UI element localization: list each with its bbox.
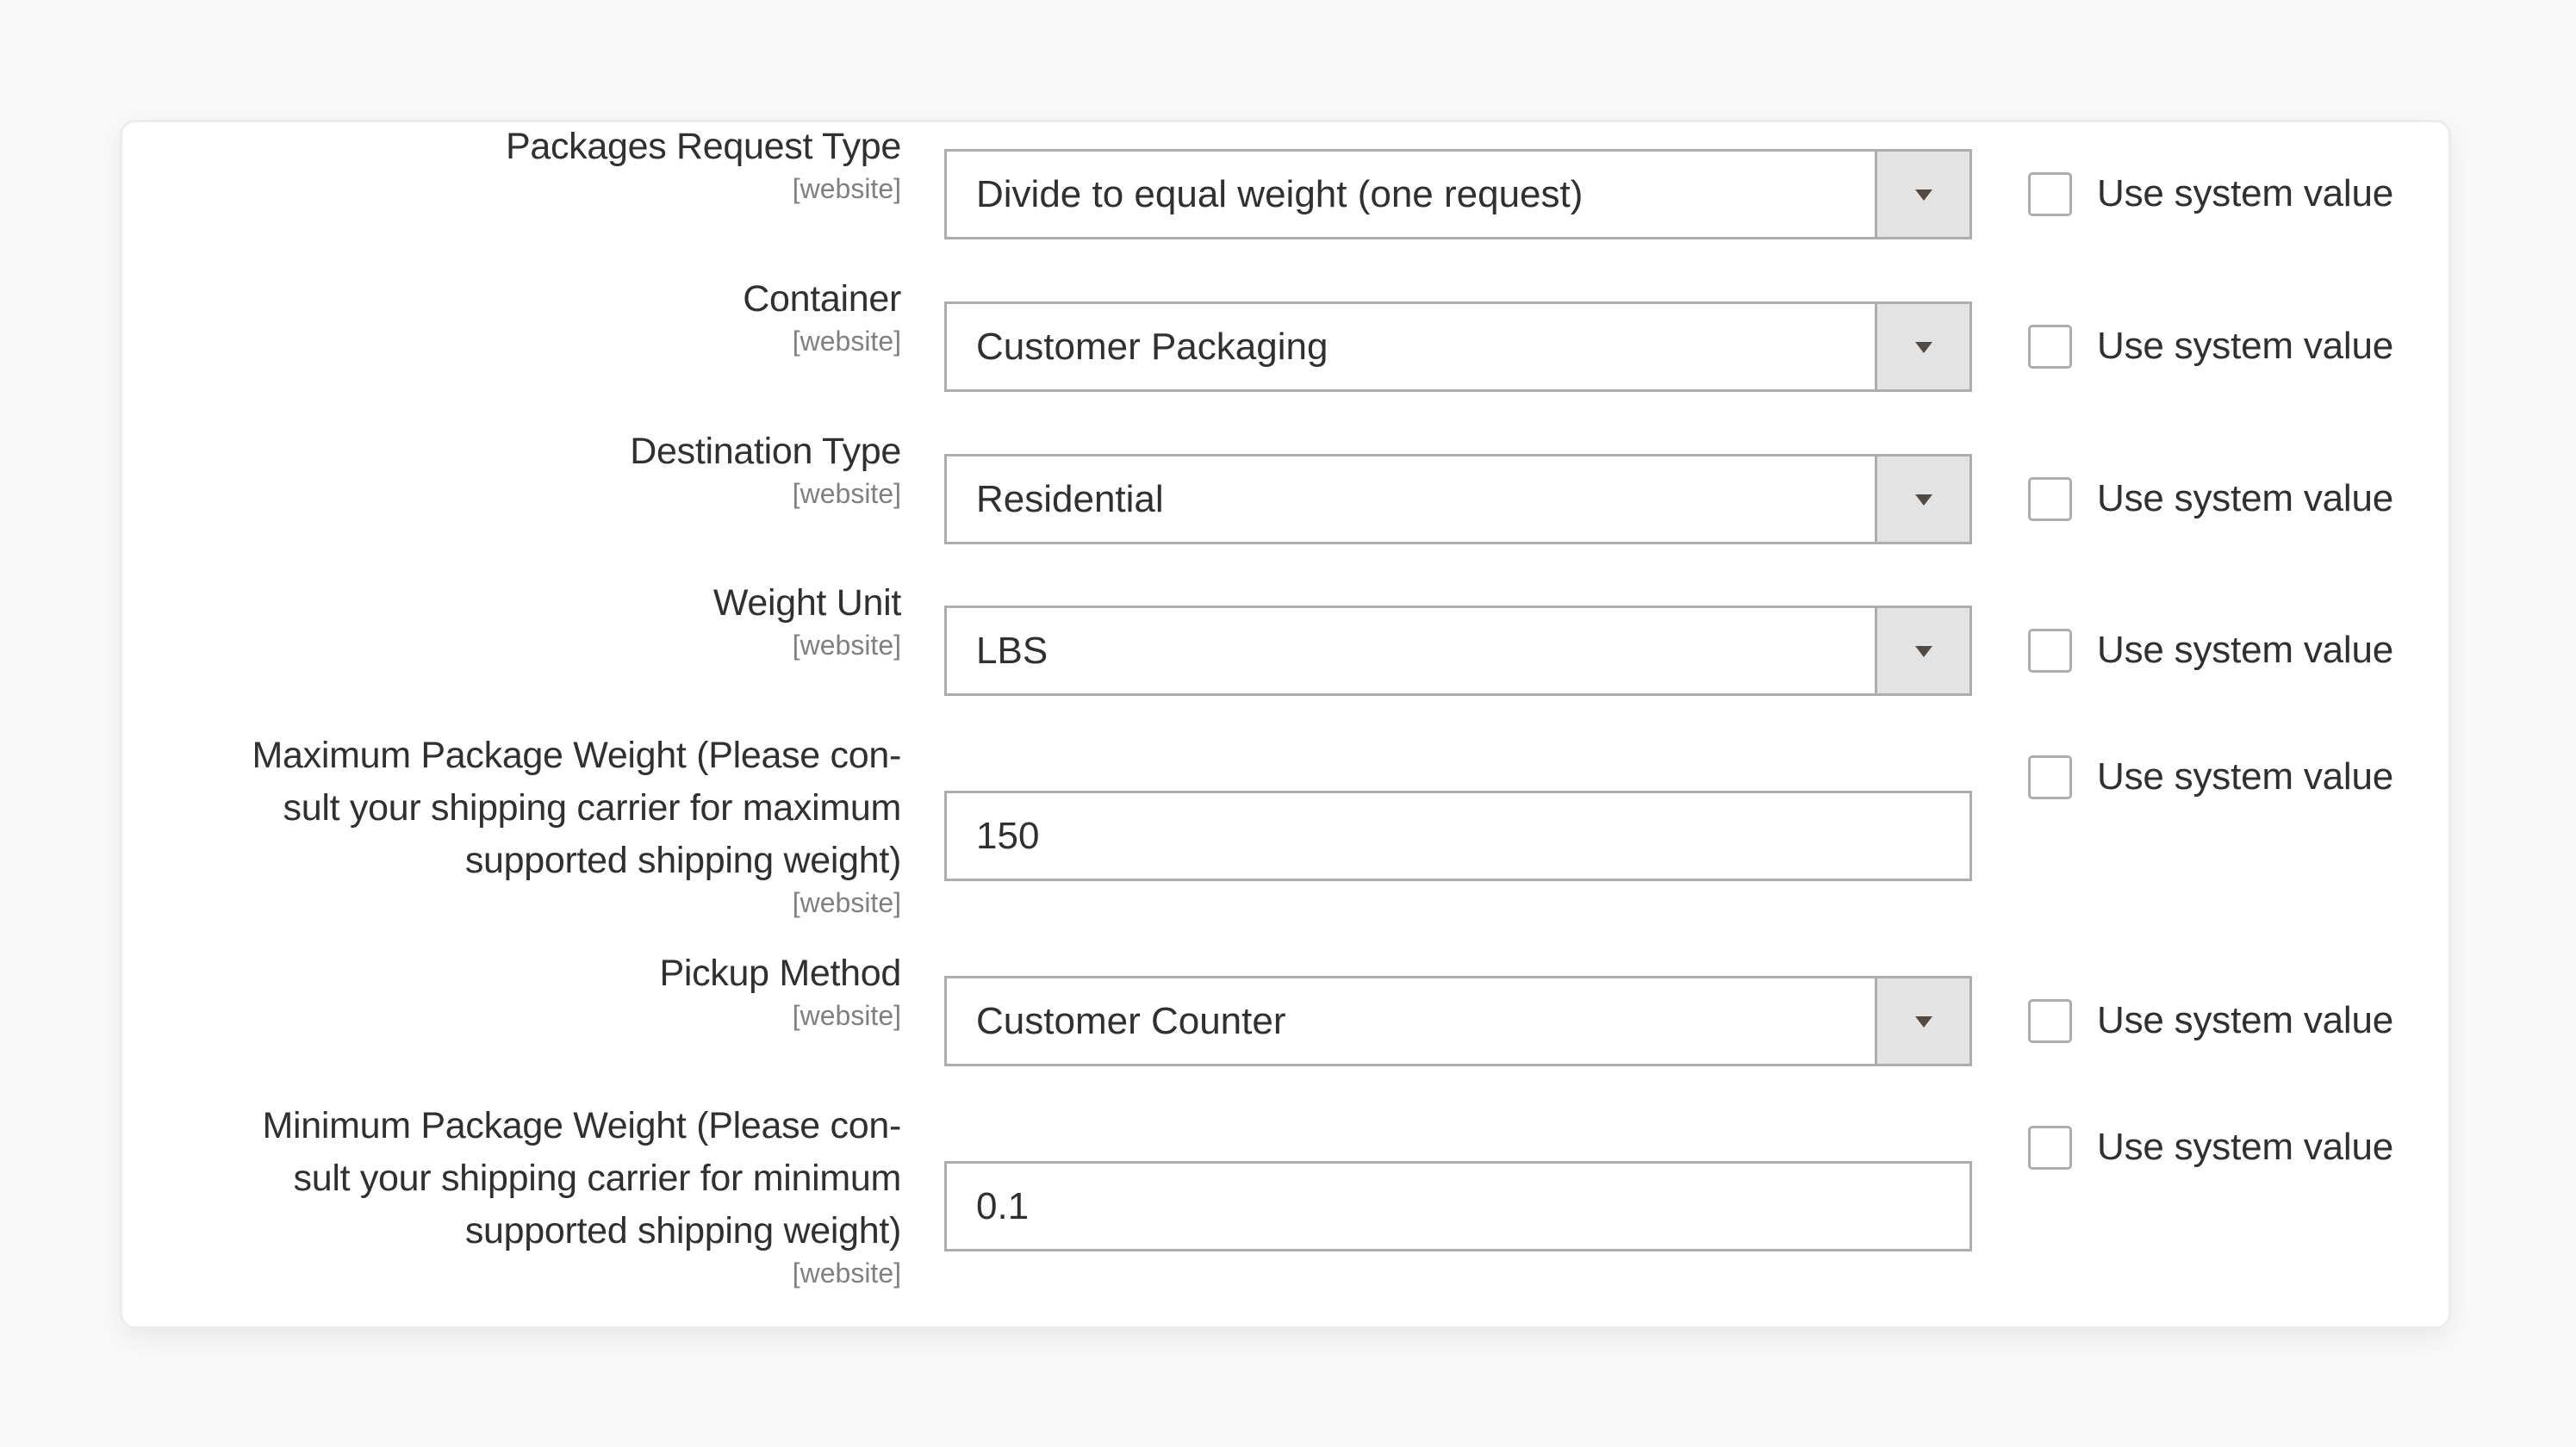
field-label: Weight Unit xyxy=(712,582,901,624)
use-system-value-label: Use system value xyxy=(2097,477,2394,519)
use-system-value-toggle[interactable]: Use system value xyxy=(2028,624,2393,676)
field-label-line: Maximum Package Weight (Please con- xyxy=(252,735,902,776)
field-label: Destination Type xyxy=(630,431,901,472)
field-label-line: Minimum Package Weight (Please con- xyxy=(262,1105,901,1146)
use-system-value-label: Use system value xyxy=(2097,1126,2394,1168)
input-value: 0.1 xyxy=(976,1185,1030,1227)
use-system-value-checkbox[interactable] xyxy=(2028,628,2072,673)
field-label-line: supported shipping weight) xyxy=(464,840,901,881)
dropdown-button[interactable] xyxy=(1875,456,1969,542)
use-system-value-toggle[interactable]: Use system value xyxy=(2028,320,2393,372)
field-label-group: Minimum Package Weight (Please con- sult… xyxy=(157,1100,901,1289)
use-system-value-checkbox[interactable] xyxy=(2028,171,2072,216)
use-system-value-checkbox[interactable] xyxy=(2028,755,2072,799)
select-value: Divide to equal weight (one request) xyxy=(976,173,1584,215)
use-system-value-label: Use system value xyxy=(2097,755,2394,798)
scope-label: [website] xyxy=(792,630,901,661)
container-select[interactable]: Customer Packaging xyxy=(944,301,1972,392)
use-system-value-toggle[interactable]: Use system value xyxy=(2028,995,2393,1046)
use-system-value-label: Use system value xyxy=(2097,325,2394,367)
config-form-card: Packages Request Type [website] Divide t… xyxy=(120,120,2451,1329)
select-value: LBS xyxy=(976,630,1048,672)
scope-label: [website] xyxy=(792,1000,901,1031)
dropdown-button[interactable] xyxy=(1875,152,1969,237)
packages-request-type-select[interactable]: Divide to equal weight (one request) xyxy=(944,149,1972,239)
weight-unit-select[interactable]: LBS xyxy=(944,606,1972,696)
use-system-value-toggle[interactable]: Use system value xyxy=(2028,168,2393,220)
use-system-value-toggle[interactable]: Use system value xyxy=(2028,1121,2393,1173)
field-label: Pickup Method xyxy=(659,953,901,994)
use-system-value-checkbox[interactable] xyxy=(2028,998,2072,1043)
select-value: Customer Packaging xyxy=(976,326,1328,368)
maximum-package-weight-input[interactable]: 150 xyxy=(944,791,1972,881)
field-label: Container xyxy=(743,278,901,320)
use-system-value-checkbox[interactable] xyxy=(2028,324,2072,369)
scope-label: [website] xyxy=(792,1258,901,1289)
chevron-down-icon xyxy=(1914,645,1932,657)
dropdown-button[interactable] xyxy=(1875,978,1969,1064)
input-value: 150 xyxy=(976,815,1040,857)
destination-type-select[interactable]: Residential xyxy=(944,454,1972,544)
field-label-line: sult your shipping carrier for maximum xyxy=(283,787,902,829)
field-label-group: Destination Type [website] xyxy=(157,425,901,509)
chevron-down-icon xyxy=(1914,189,1932,201)
use-system-value-label: Use system value xyxy=(2097,629,2394,671)
chevron-down-icon xyxy=(1914,341,1932,353)
field-label-line: supported shipping weight) xyxy=(464,1210,901,1251)
use-system-value-toggle[interactable]: Use system value xyxy=(2028,751,2393,803)
scope-label: [website] xyxy=(792,478,901,509)
dropdown-button[interactable] xyxy=(1875,304,1969,389)
use-system-value-checkbox[interactable] xyxy=(2028,1125,2072,1170)
use-system-value-label: Use system value xyxy=(2097,172,2394,214)
field-label-group: Maximum Package Weight (Please con- sult… xyxy=(157,730,902,918)
pickup-method-select[interactable]: Customer Counter xyxy=(944,976,1972,1066)
field-label-group: Packages Request Type [website] xyxy=(157,121,901,204)
use-system-value-toggle[interactable]: Use system value xyxy=(2028,473,2393,525)
field-label: Packages Request Type xyxy=(505,126,901,167)
chevron-down-icon xyxy=(1914,494,1932,506)
scope-label: [website] xyxy=(792,173,901,204)
field-label-group: Weight Unit [website] xyxy=(157,577,901,661)
dropdown-button[interactable] xyxy=(1875,608,1969,693)
use-system-value-label: Use system value xyxy=(2097,999,2394,1041)
select-value: Residential xyxy=(976,478,1164,520)
select-value: Customer Counter xyxy=(976,1000,1286,1042)
field-label-group: Pickup Method [website] xyxy=(157,947,901,1031)
use-system-value-checkbox[interactable] xyxy=(2028,476,2072,521)
field-label-line: sult your shipping carrier for minimum xyxy=(293,1158,902,1199)
scope-label: [website] xyxy=(792,887,901,918)
chevron-down-icon xyxy=(1914,1015,1932,1028)
scope-label: [website] xyxy=(792,326,901,357)
minimum-package-weight-input[interactable]: 0.1 xyxy=(944,1161,1972,1251)
field-label-group: Container [website] xyxy=(157,273,901,357)
